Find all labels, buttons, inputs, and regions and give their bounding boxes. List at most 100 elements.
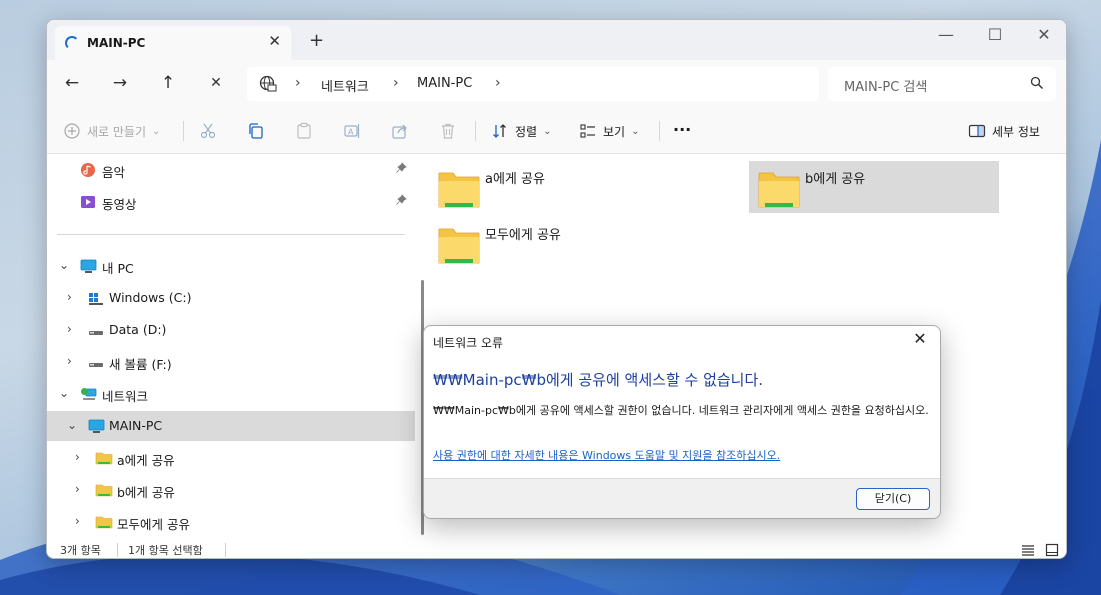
paste-icon[interactable]	[295, 122, 313, 140]
sidebar-item-label: 새 볼륨 (F:)	[109, 357, 172, 372]
rename-icon[interactable]: A	[343, 122, 361, 140]
folder-tile-share-a[interactable]: a에게 공유	[429, 161, 679, 213]
sidebar-item-network[interactable]: ⌄ 네트워크	[47, 379, 415, 409]
chevron-down-icon[interactable]: ⌄	[59, 386, 69, 400]
chevron-right-icon[interactable]: ›	[67, 322, 72, 336]
chevron-down-icon[interactable]: ⌄	[59, 258, 69, 272]
sidebar-item-label: 네트워크	[102, 389, 149, 404]
search-box[interactable]: MAIN-PC 검색	[828, 67, 1056, 101]
breadcrumb-network[interactable]: 네트워크	[321, 76, 369, 95]
network-icon	[81, 388, 97, 400]
folder-label: 모두에게 공유	[485, 228, 561, 243]
toolbar-divider	[183, 121, 184, 141]
svg-text:A: A	[348, 128, 354, 137]
stop-loading-button[interactable]: ✕	[206, 75, 226, 91]
view-button-label: 보기	[603, 124, 626, 139]
close-button[interactable]: 닫기(C)	[856, 488, 930, 510]
breadcrumb-main-pc[interactable]: MAIN-PC	[417, 76, 472, 91]
view-button[interactable]: 보기 ⌄	[579, 120, 639, 142]
tab-close-button[interactable]: ✕	[268, 32, 281, 50]
details-view-icon[interactable]	[1021, 543, 1035, 557]
cut-icon[interactable]	[199, 122, 217, 140]
sidebar-item-drive-c[interactable]: › Windows (C:)	[47, 283, 415, 313]
sidebar-item-drive-d[interactable]: › Data (D:)	[47, 315, 415, 345]
toolbar-divider	[659, 121, 660, 141]
new-button-label: 새로 만들기	[87, 124, 147, 139]
sidebar-item-label: MAIN-PC	[109, 418, 163, 433]
view-list-icon	[580, 124, 595, 138]
forward-button[interactable]: →	[110, 73, 130, 93]
folder-tile-share-everyone[interactable]: 모두에게 공유	[429, 217, 679, 269]
chevron-down-icon[interactable]: ⌄	[67, 418, 77, 432]
toolbar-divider	[475, 121, 476, 141]
monitor-icon	[80, 259, 97, 273]
dialog-close-button[interactable]: ✕	[908, 329, 932, 348]
navigation-pane: 음악 동영상 ⌄ 내 PC › Windows (C:) › Data (D:)…	[47, 155, 415, 540]
title-bar: MAIN-PC ✕ + — ☐ ✕	[47, 20, 1066, 60]
chevron-right-icon[interactable]: ›	[67, 290, 72, 304]
network-error-dialog: 네트워크 오류 ✕ ₩₩Main-pc₩b에게 공유에 액세스할 수 없습니다.…	[423, 325, 941, 519]
address-bar-row: ← → ↑ ✕ › 네트워크 › MAIN-PC › MAIN-PC 검색	[47, 60, 1066, 108]
delete-icon[interactable]	[439, 122, 457, 140]
sidebar-item-this-pc[interactable]: ⌄ 내 PC	[47, 251, 415, 281]
sidebar-item-share-b[interactable]: › b에게 공유	[47, 475, 415, 505]
sidebar-item-label: b에게 공유	[117, 485, 175, 500]
chevron-down-icon: ⌄	[543, 125, 552, 137]
minimize-button[interactable]: —	[931, 25, 961, 44]
copy-icon[interactable]	[247, 122, 265, 140]
folder-icon	[758, 172, 800, 208]
dialog-footer: 닫기(C)	[424, 478, 940, 518]
back-button[interactable]: ←	[62, 73, 82, 93]
breadcrumb-chevron-icon[interactable]: ›	[495, 75, 501, 91]
sidebar-item-label: 모두에게 공유	[117, 517, 190, 532]
new-tab-button[interactable]: +	[309, 30, 324, 51]
help-link[interactable]: 사용 권한에 대한 자세한 내용은 Windows 도움말 및 지원을 참조하십…	[433, 447, 780, 463]
command-bar: 새로 만들기 ⌄ A 정렬 ⌄ 보기 ⌄ ··· 세부 정보	[47, 108, 1066, 154]
sidebar-item-label: 음악	[102, 165, 126, 180]
folder-icon	[438, 172, 480, 208]
share-icon[interactable]	[391, 122, 409, 140]
status-divider	[117, 543, 118, 557]
plus-circle-icon	[64, 123, 80, 139]
item-count: 3개 항목	[60, 544, 101, 557]
sidebar-item-drive-f[interactable]: › 새 볼륨 (F:)	[47, 347, 415, 377]
more-options-button[interactable]: ···	[673, 118, 691, 140]
network-globe-icon	[259, 75, 277, 92]
new-button[interactable]: 새로 만들기 ⌄	[63, 120, 160, 142]
up-button[interactable]: ↑	[158, 73, 178, 93]
maximize-button[interactable]: ☐	[980, 25, 1010, 44]
chevron-right-icon[interactable]: ›	[67, 354, 72, 368]
sort-icon	[493, 124, 506, 138]
sidebar-item-share-everyone[interactable]: › 모두에게 공유	[47, 507, 415, 537]
sort-button[interactable]: 정렬 ⌄	[491, 120, 551, 142]
folder-tile-share-b[interactable]: b에게 공유	[749, 161, 999, 213]
sidebar-item-share-a[interactable]: › a에게 공유	[47, 443, 415, 473]
chevron-right-icon[interactable]: ›	[75, 482, 80, 496]
sidebar-item-main-pc[interactable]: ⌄ MAIN-PC	[47, 411, 415, 441]
sidebar-item-label: 내 PC	[102, 261, 134, 276]
sidebar-item-music[interactable]: 음악	[47, 155, 415, 185]
close-window-button[interactable]: ✕	[1029, 25, 1059, 44]
sidebar-item-label: 동영상	[102, 197, 137, 212]
monitor-icon	[88, 419, 105, 433]
status-divider	[225, 543, 226, 557]
pin-icon	[396, 194, 407, 205]
tiles-view-icon[interactable]	[1045, 543, 1059, 557]
chevron-right-icon[interactable]: ›	[75, 514, 80, 528]
tab-main-pc[interactable]: MAIN-PC ✕	[55, 26, 291, 60]
folder-label: a에게 공유	[485, 172, 545, 187]
details-pane-button[interactable]: 세부 정보	[968, 120, 1040, 142]
address-field[interactable]: › 네트워크 › MAIN-PC ›	[247, 67, 819, 101]
folder-icon	[95, 452, 113, 465]
sidebar-item-videos[interactable]: 동영상	[47, 187, 415, 217]
chevron-right-icon[interactable]: ›	[75, 450, 80, 464]
details-pane-label: 세부 정보	[992, 124, 1040, 139]
sidebar-item-label: Windows (C:)	[109, 290, 192, 305]
details-pane-icon	[968, 124, 986, 138]
sidebar-divider	[57, 234, 405, 235]
dialog-message: ₩₩Main-pc₩b에게 공유에 액세스할 권한이 없습니다. 네트워크 관리…	[433, 404, 929, 417]
folder-label: b에게 공유	[805, 172, 866, 187]
pin-icon	[396, 162, 407, 173]
search-input[interactable]: MAIN-PC 검색	[844, 76, 927, 95]
sidebar-item-label: a에게 공유	[117, 453, 175, 468]
